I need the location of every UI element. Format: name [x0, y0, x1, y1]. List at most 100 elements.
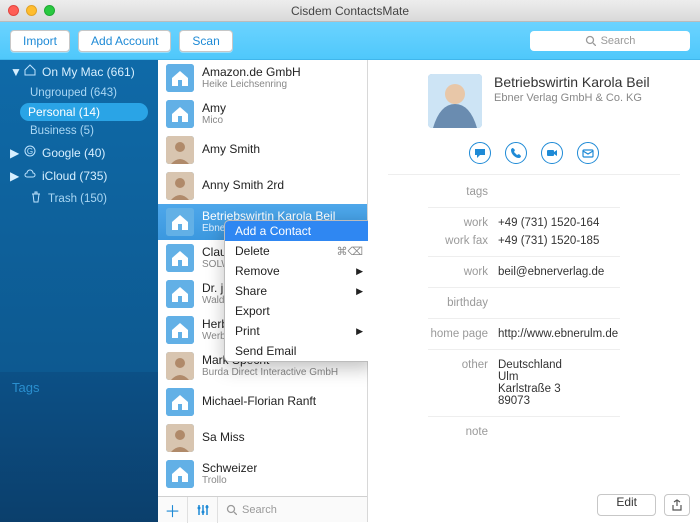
list-settings-button[interactable] [188, 497, 218, 523]
contact-row[interactable]: Amy Smith [158, 132, 367, 168]
sidebar-item[interactable]: ▶iCloud (735) [0, 164, 158, 187]
context-menu-item[interactable]: Delete ⌘⌫ [225, 241, 373, 261]
field-value: Deutschland Ulm Karlstraße 3 89073 [498, 359, 680, 407]
contact-avatar [166, 244, 194, 272]
contact-avatar [166, 352, 194, 380]
field-divider [428, 349, 620, 350]
sidebar-item-label: iCloud (735) [42, 169, 107, 183]
field-label: work fax [368, 235, 498, 247]
contact-avatar [166, 280, 194, 308]
detail-field: work +49 (731) 1520-164 [368, 214, 680, 232]
sidebar-item-label: On My Mac (661) [42, 65, 135, 79]
context-menu-item[interactable]: Export [225, 301, 373, 321]
email-button[interactable] [577, 142, 599, 164]
field-label: birthday [368, 297, 498, 309]
contact-subtitle: Heike Leichsenring [202, 79, 301, 90]
sidebar-item[interactable]: Business (5) [0, 121, 158, 141]
call-button[interactable] [505, 142, 527, 164]
detail-field: other Deutschland Ulm Karlstraße 3 89073 [368, 356, 680, 410]
field-value [498, 297, 680, 309]
context-menu-item[interactable]: Share ▶ [225, 281, 373, 301]
cloud-icon [24, 168, 36, 183]
field-label: work [368, 266, 498, 278]
detail-name: Betriebswirtin Karola Beil [494, 74, 650, 90]
detail-field: tags [368, 183, 680, 201]
contact-avatar [166, 136, 194, 164]
context-menu-item[interactable]: Add a Contact [225, 221, 373, 241]
video-button[interactable] [541, 142, 563, 164]
contact-name: Sa Miss [202, 431, 245, 444]
field-divider [428, 207, 620, 208]
edit-button[interactable]: Edit [597, 494, 656, 516]
sidebar-item-label: Ungrouped (643) [30, 87, 117, 99]
contact-detail-panel: Betriebswirtin Karola Beil Ebner Verlag … [368, 60, 700, 522]
sidebar-item-selected[interactable]: Personal (14) [20, 103, 148, 121]
menu-shortcut: ⌘⌫ [336, 245, 363, 258]
add-account-button[interactable]: Add Account [78, 30, 171, 52]
scan-button[interactable]: Scan [179, 30, 232, 52]
sidebar-item-label: Personal (14) [28, 105, 100, 119]
submenu-arrow-icon: ▶ [356, 286, 363, 297]
home-icon [24, 64, 36, 79]
menu-item-label: Print [235, 324, 260, 338]
menu-item-label: Add a Contact [235, 224, 311, 238]
zoom-window-button[interactable] [44, 5, 55, 16]
contact-name: Amy Smith [202, 143, 260, 156]
menu-item-label: Delete [235, 244, 270, 258]
list-search-placeholder: Search [242, 504, 277, 516]
detail-actions [388, 136, 680, 175]
contact-row[interactable]: Sa Miss [158, 420, 367, 456]
contact-row[interactable]: Anny Smith 2rd [158, 168, 367, 204]
field-divider [428, 256, 620, 257]
menu-item-label: Share [235, 284, 267, 298]
contact-avatar [166, 316, 194, 344]
sidebar-item[interactable]: Ungrouped (643) [0, 83, 158, 103]
share-button[interactable] [664, 494, 690, 516]
global-search-input[interactable]: Search [530, 31, 690, 51]
message-button[interactable] [469, 142, 491, 164]
detail-field: home page http://www.ebnerulm.de [368, 325, 680, 343]
context-menu-item[interactable]: Remove▶ [225, 261, 373, 281]
contact-subtitle: Mico [202, 115, 226, 126]
list-search-input[interactable]: Search [218, 504, 367, 516]
contact-avatar [166, 424, 194, 452]
disclosure-triangle-icon: ▶ [10, 146, 18, 160]
context-menu-item[interactable]: Send Email [225, 341, 373, 361]
minimize-window-button[interactable] [26, 5, 37, 16]
share-icon [671, 499, 683, 511]
field-value: +49 (731) 1520-164 [498, 217, 680, 229]
contact-row[interactable]: Schweizer Trollo [158, 456, 367, 492]
contact-avatar [166, 100, 194, 128]
contact-row[interactable]: Amy Mico [158, 96, 367, 132]
toolbar: Import Add Account Scan Search [0, 22, 700, 60]
svg-text:G: G [27, 147, 33, 156]
sidebar-tags-header: Tags [0, 372, 158, 522]
contact-avatar [166, 388, 194, 416]
sidebar-item-label: Trash (150) [48, 193, 107, 205]
search-icon [226, 504, 237, 515]
video-icon [546, 147, 558, 159]
sidebar-item[interactable]: ▶GGoogle (40) [0, 141, 158, 164]
global-search-placeholder: Search [601, 35, 636, 47]
contact-row[interactable]: Michael-Florian Ranft [158, 384, 367, 420]
detail-field: work beil@ebnerverlag.de [368, 263, 680, 281]
menu-item-label: Send Email [235, 344, 296, 358]
contact-name: Amazon.de GmbH [202, 66, 301, 79]
window-titlebar: Cisdem ContactsMate [0, 0, 700, 22]
context-menu-item[interactable]: Print ▶ [225, 321, 373, 341]
detail-field: note [368, 423, 680, 441]
contact-row[interactable]: Amazon.de GmbH Heike Leichsenring [158, 60, 367, 96]
submenu-arrow-icon: ▶ [356, 326, 363, 337]
window-title: Cisdem ContactsMate [0, 4, 700, 18]
detail-field: birthday [368, 294, 680, 312]
contact-name: Amy [202, 102, 226, 115]
sidebar-item[interactable]: ▼ On My Mac (661) [0, 60, 158, 83]
sidebar-item[interactable]: Trash (150) [0, 187, 158, 210]
import-button[interactable]: Import [10, 30, 70, 52]
add-contact-button[interactable]: ＋ [158, 497, 188, 523]
close-window-button[interactable] [8, 5, 19, 16]
mail-icon [582, 147, 594, 159]
contact-subtitle: Trollo [202, 475, 257, 486]
menu-item-label: Remove [235, 264, 280, 278]
disclosure-triangle-icon: ▼ [10, 65, 18, 79]
